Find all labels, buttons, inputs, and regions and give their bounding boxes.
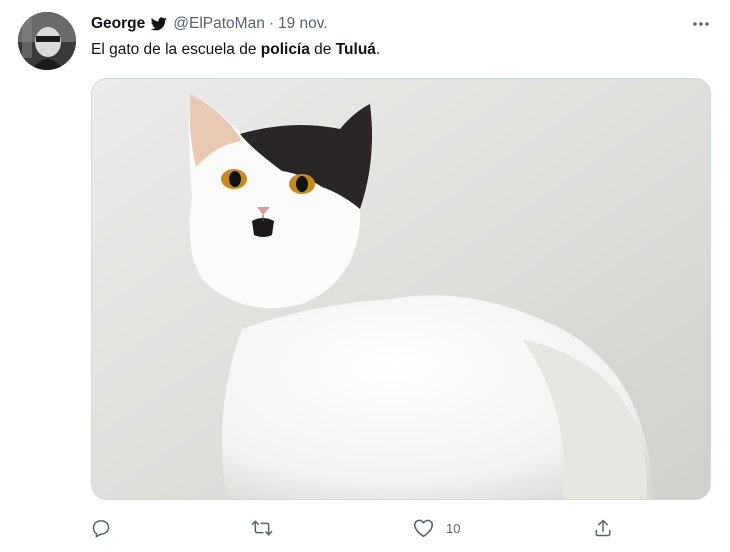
tweet-text-part: .	[375, 41, 381, 58]
tweet-text: El gato de la escuela de policía de Tulu…	[91, 40, 380, 60]
avatar[interactable]	[18, 12, 76, 70]
share-button[interactable]	[593, 514, 613, 542]
like-count: 10	[446, 520, 461, 536]
timestamp[interactable]: 19 nov.	[278, 15, 328, 33]
bird-icon	[151, 17, 167, 31]
author-handle[interactable]: @ElPatoMan	[173, 15, 265, 33]
tweet-text-bold: Tuluá	[335, 41, 376, 58]
tweet-photo[interactable]	[91, 78, 711, 500]
tweet-actions: 10	[91, 514, 651, 542]
cat-photo	[92, 79, 710, 499]
author-name[interactable]: George	[91, 15, 145, 33]
tweet-text-bold: policía	[260, 41, 310, 58]
tweet-text-part: de	[309, 41, 336, 58]
tweet-header: George @ElPatoMan · 19 nov.	[91, 14, 328, 34]
reply-icon	[91, 518, 111, 538]
heart-icon	[413, 518, 434, 538]
retweet-icon	[251, 518, 273, 538]
more-icon[interactable]	[688, 14, 714, 34]
separator-dot: ·	[268, 15, 274, 32]
reply-button[interactable]	[91, 514, 111, 542]
retweet-button[interactable]	[251, 514, 273, 542]
like-button[interactable]: 10	[413, 514, 460, 542]
avatar-image	[18, 12, 76, 70]
tweet-text-part: El gato de la escuela de	[91, 41, 261, 58]
share-icon	[593, 518, 613, 538]
